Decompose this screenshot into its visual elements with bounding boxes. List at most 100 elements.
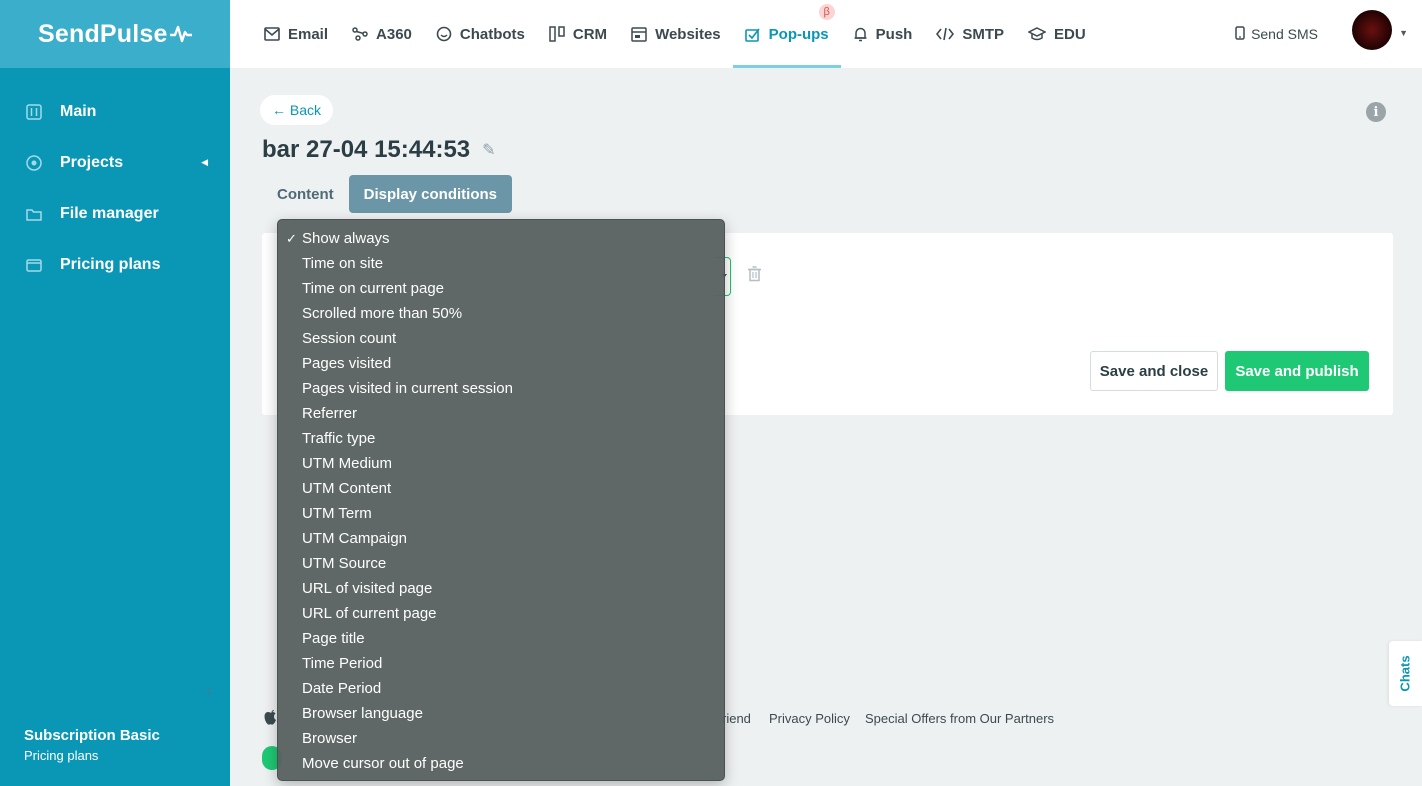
dropdown-option[interactable]: Pages visited in current session bbox=[278, 376, 724, 401]
topnav-smtp[interactable]: SMTP bbox=[924, 0, 1016, 68]
dropdown-option[interactable]: UTM Term bbox=[278, 501, 724, 526]
dropdown-option-label: Browser language bbox=[302, 705, 423, 722]
chevron-down-icon[interactable]: ▼ bbox=[1399, 28, 1408, 38]
dropdown-option-label: Show always bbox=[302, 230, 390, 247]
dropdown-option[interactable]: Pages visited bbox=[278, 351, 724, 376]
topnav-label: Email bbox=[288, 25, 329, 43]
footer-link-offers[interactable]: Special Offers from Our Partners bbox=[865, 711, 1054, 726]
dropdown-option-label: Pages visited bbox=[302, 355, 392, 372]
topnav-label: Pop-ups bbox=[768, 25, 829, 43]
dropdown-option[interactable]: Browser bbox=[278, 726, 724, 751]
plan-link[interactable]: Pricing plans bbox=[24, 748, 160, 763]
dropdown-option-label: Session count bbox=[302, 330, 397, 347]
phone-icon bbox=[1235, 25, 1245, 43]
topnav-a360[interactable]: A360 bbox=[340, 0, 424, 68]
chats-tab[interactable]: Chats bbox=[1389, 641, 1422, 706]
tab-content[interactable]: Content bbox=[262, 175, 349, 213]
sidebar-item-main[interactable]: Main bbox=[0, 86, 230, 137]
bell-icon bbox=[853, 26, 868, 42]
dropdown-option-label: UTM Content bbox=[302, 480, 392, 497]
sidebar-item-label: Projects bbox=[60, 153, 124, 171]
dropdown-option[interactable]: Page title bbox=[278, 626, 724, 651]
dropdown-option[interactable]: UTM Source bbox=[278, 551, 724, 576]
trash-icon[interactable] bbox=[747, 266, 762, 287]
dropdown-option[interactable]: Move cursor out of page bbox=[278, 751, 724, 776]
topnav-label: CRM bbox=[572, 25, 608, 43]
folder-icon bbox=[25, 205, 43, 223]
topnav-push[interactable]: Push bbox=[841, 0, 925, 68]
dropdown-option-label: Date Period bbox=[302, 680, 382, 697]
save-and-publish-button[interactable]: Save and publish bbox=[1225, 351, 1369, 391]
pulse-icon bbox=[169, 25, 192, 43]
topnav-chatbots[interactable]: Chatbots bbox=[424, 0, 537, 68]
dropdown-option[interactable]: Time Period bbox=[278, 651, 724, 676]
caret-left-icon: ◀ bbox=[201, 157, 208, 167]
save-and-close-button[interactable]: Save and close bbox=[1090, 351, 1218, 391]
dropdown-option[interactable]: UTM Campaign bbox=[278, 526, 724, 551]
dropdown-option[interactable]: UTM Content bbox=[278, 476, 724, 501]
dropdown-option[interactable]: UTM Medium bbox=[278, 451, 724, 476]
beta-badge: β bbox=[818, 4, 835, 20]
info-icon[interactable]: i bbox=[1366, 102, 1386, 122]
dropdown-option-label: UTM Source bbox=[302, 555, 387, 572]
dropdown-option[interactable]: Traffic type bbox=[278, 426, 724, 451]
topnav-label: Push bbox=[875, 25, 913, 43]
dropdown-option-label: URL of visited page bbox=[302, 580, 433, 597]
edit-pencil-icon[interactable]: ✎ bbox=[482, 140, 495, 160]
send-sms-button[interactable]: Send SMS bbox=[1235, 0, 1318, 68]
topnav-email[interactable]: Email bbox=[252, 0, 340, 68]
dropdown-option[interactable]: URL of current page bbox=[278, 601, 724, 626]
sidebar-item-projects[interactable]: Projects ◀ bbox=[0, 137, 230, 188]
dropdown-option[interactable]: ✓ Show always bbox=[278, 226, 724, 251]
dropdown-option-label: URL of current page bbox=[302, 605, 437, 622]
checkmark-icon: ✓ bbox=[286, 230, 297, 246]
dropdown-option[interactable]: Referrer bbox=[278, 401, 724, 426]
dropdown-option-label: Move cursor out of page bbox=[302, 755, 464, 772]
collapse-sidebar-icon[interactable]: ‹ bbox=[206, 680, 212, 701]
topnav-label: Websites bbox=[655, 25, 721, 43]
main-icon bbox=[25, 103, 43, 121]
dropdown-option[interactable]: Browser language bbox=[278, 701, 724, 726]
dropdown-option[interactable]: Time on site bbox=[278, 251, 724, 276]
back-button[interactable]: ← Back bbox=[260, 95, 334, 125]
condition-dropdown-menu: ✓ Show always Time on site Time on current … bbox=[277, 219, 725, 781]
mail-icon bbox=[264, 27, 280, 41]
dropdown-option-label: Traffic type bbox=[302, 430, 376, 447]
sidebar-item-label: Main bbox=[60, 102, 97, 120]
dropdown-option-label: UTM Campaign bbox=[302, 530, 408, 547]
topnav-crm[interactable]: CRM bbox=[537, 0, 619, 68]
chats-label: Chats bbox=[1398, 655, 1413, 692]
dropdown-option-label: Scrolled more than 50% bbox=[302, 305, 463, 322]
wallet-icon bbox=[25, 256, 43, 274]
logo[interactable]: SendPulse bbox=[0, 0, 230, 68]
apple-icon[interactable] bbox=[264, 708, 278, 730]
graduation-cap-icon bbox=[1028, 27, 1047, 41]
dropdown-option[interactable]: Session count bbox=[278, 326, 724, 351]
topnav-label: Chatbots bbox=[459, 25, 525, 43]
footer-link-privacy[interactable]: Privacy Policy bbox=[769, 711, 850, 726]
dropdown-option[interactable]: Date Period bbox=[278, 676, 724, 701]
footer-link-refer[interactable]: riend bbox=[722, 711, 751, 726]
brand-name: SendPulse bbox=[38, 19, 168, 48]
avatar[interactable] bbox=[1352, 10, 1392, 50]
tab-bar: Content Display conditions bbox=[262, 175, 513, 213]
subscription-info: Subscription Basic Pricing plans bbox=[24, 727, 160, 763]
code-icon bbox=[936, 27, 955, 41]
topnav-edu[interactable]: EDU bbox=[1016, 0, 1098, 68]
sidebar-item-file-manager[interactable]: File manager bbox=[0, 188, 230, 239]
topnav-popups[interactable]: Pop-ups β bbox=[732, 0, 841, 68]
topnav-websites[interactable]: Websites bbox=[619, 0, 733, 68]
dropdown-option-label: Page title bbox=[302, 630, 365, 647]
topnav-label: A360 bbox=[376, 25, 412, 43]
crm-icon bbox=[549, 26, 565, 42]
sidebar: SendPulse Main Projects ◀ File manager P… bbox=[0, 0, 230, 786]
dropdown-option-label: Browser bbox=[302, 730, 358, 747]
dropdown-option[interactable]: Scrolled more than 50% bbox=[278, 301, 724, 326]
sidebar-item-pricing-plans[interactable]: Pricing plans bbox=[0, 239, 230, 290]
plan-title: Subscription Basic bbox=[24, 727, 160, 744]
dropdown-option[interactable]: Time on current page bbox=[278, 276, 724, 301]
dropdown-option[interactable]: URL of visited page bbox=[278, 576, 724, 601]
topnav-label: SMTP bbox=[962, 25, 1005, 43]
tab-display-conditions[interactable]: Display conditions bbox=[348, 175, 513, 213]
dropdown-option-label: UTM Medium bbox=[302, 455, 393, 472]
